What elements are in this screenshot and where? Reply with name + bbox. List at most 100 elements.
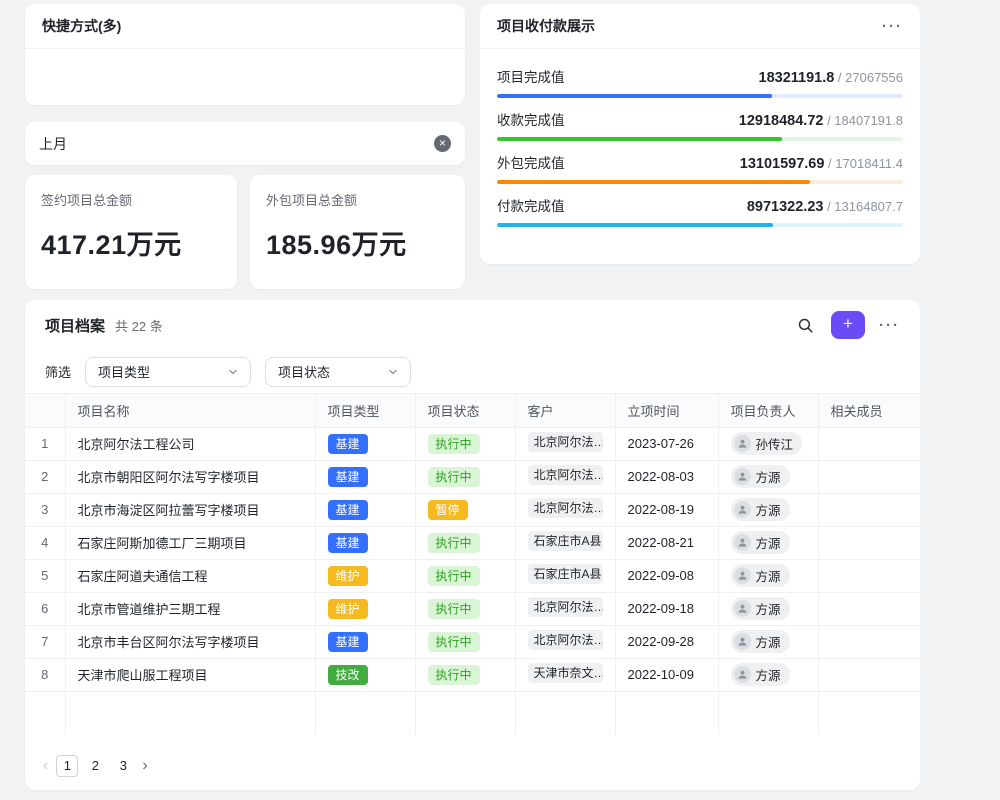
cell-customer: 天津市奈文… — [515, 658, 615, 691]
clear-filter-icon[interactable]: × — [434, 135, 451, 152]
column-header: 项目负责人 — [718, 394, 818, 427]
progress-bar-fill — [497, 223, 773, 227]
type-badge: 维护 — [328, 599, 368, 619]
status-badge: 执行中 — [428, 599, 480, 619]
cell-customer: 石家庄市A县 — [515, 559, 615, 592]
stat-value: 417.21万元 — [41, 223, 221, 262]
table-row[interactable]: 4石家庄阿斯加德工厂三期项目基建执行中石家庄市A县…2022-08-21方源 — [25, 526, 920, 559]
month-filter-bar[interactable]: 上月 × — [25, 122, 465, 165]
customer-chip: 北京阿尔法… — [528, 432, 603, 452]
stat-value: 185.96万元 — [266, 223, 449, 262]
table-row[interactable]: 6北京市管道维护三期工程维护执行中北京阿尔法…2022-09-18方源 — [25, 592, 920, 625]
cell-project-type: 基建 — [315, 526, 415, 559]
progress-value: 18321191.8 — [759, 70, 835, 86]
row-index: 1 — [25, 427, 65, 460]
search-icon[interactable] — [791, 311, 819, 339]
cell-project-status: 执行中 — [415, 526, 515, 559]
column-header: 项目类型 — [315, 394, 415, 427]
pagination-page-3[interactable]: 3 — [112, 755, 134, 777]
progress-total: / 13164807.7 — [823, 199, 903, 214]
cell-project-status: 执行中 — [415, 658, 515, 691]
cell-customer: 北京阿尔法… — [515, 460, 615, 493]
pagination-page-2[interactable]: 2 — [84, 755, 106, 777]
cell-project-name: 石家庄阿道夫通信工程 — [65, 559, 315, 592]
project-type-dropdown-label: 项目类型 — [98, 362, 150, 381]
cell-owner: 方源 — [718, 559, 818, 592]
row-index: 4 — [25, 526, 65, 559]
stat-label: 签约项目总金额 — [41, 190, 221, 209]
customer-chip: 石家庄市A县 — [528, 564, 603, 584]
stat-label: 外包项目总金额 — [266, 190, 449, 209]
row-index: 7 — [25, 625, 65, 658]
owner-name: 方源 — [756, 632, 781, 651]
table-empty-row — [25, 691, 920, 735]
add-record-button[interactable]: + — [831, 311, 865, 339]
progress-value: 8971322.23 — [747, 199, 824, 215]
status-badge: 执行中 — [428, 533, 480, 553]
table-row[interactable]: 8天津市爬山服工程项目技改执行中天津市奈文…2022-10-09方源 — [25, 658, 920, 691]
progress-bar-fill — [497, 137, 782, 141]
cell-owner: 方源 — [718, 460, 818, 493]
status-badge: 执行中 — [428, 434, 480, 454]
cell-project-name: 北京市丰台区阿尔法写字楼项目 — [65, 625, 315, 658]
customer-chip: 石家庄市A县… — [528, 531, 603, 551]
more-icon[interactable]: ··· — [879, 317, 900, 334]
payment-progress-row: 项目完成值18321191.8 / 27067556 — [497, 66, 903, 98]
cell-members — [818, 427, 920, 460]
progress-value: 13101597.69 — [740, 156, 825, 172]
pagination-next-icon[interactable]: › — [142, 757, 147, 775]
avatar — [734, 468, 751, 485]
table-row[interactable]: 5石家庄阿道夫通信工程维护执行中石家庄市A县2022-09-08方源 — [25, 559, 920, 592]
project-type-dropdown[interactable]: 项目类型 — [85, 357, 251, 387]
progress-label: 外包完成值 — [497, 152, 565, 172]
table-row[interactable]: 2北京市朝阳区阿尔法写字楼项目基建执行中北京阿尔法…2022-08-03方源 — [25, 460, 920, 493]
table-row[interactable]: 7北京市丰台区阿尔法写字楼项目基建执行中北京阿尔法…2022-09-28方源 — [25, 625, 920, 658]
cell-customer: 北京阿尔法… — [515, 427, 615, 460]
cell-customer: 北京阿尔法… — [515, 592, 615, 625]
cell-project-type: 基建 — [315, 460, 415, 493]
owner-name: 方源 — [756, 533, 781, 552]
shortcuts-card: 快捷方式(多) — [25, 4, 465, 105]
payments-card-header: 项目收付款展示 ··· — [480, 4, 920, 49]
owner-pill: 方源 — [731, 531, 790, 554]
pagination-prev-icon[interactable]: ‹ — [43, 757, 48, 775]
progress-total: / 18407191.8 — [823, 113, 903, 128]
cell-project-type: 基建 — [315, 427, 415, 460]
row-index: 5 — [25, 559, 65, 592]
owner-pill: 方源 — [731, 498, 790, 521]
cell-project-status: 执行中 — [415, 559, 515, 592]
owner-pill: 方源 — [731, 663, 790, 686]
cell-project-name: 北京市海淀区阿拉蕾写字楼项目 — [65, 493, 315, 526]
chevron-down-icon — [228, 367, 238, 377]
avatar — [734, 501, 751, 518]
project-status-dropdown[interactable]: 项目状态 — [265, 357, 411, 387]
cell-owner: 方源 — [718, 625, 818, 658]
column-header: 项目名称 — [65, 394, 315, 427]
progress-bar — [497, 223, 903, 227]
type-badge: 基建 — [328, 500, 368, 520]
status-badge: 执行中 — [428, 467, 480, 487]
pagination-page-1[interactable]: 1 — [56, 755, 78, 777]
progress-bar-fill — [497, 94, 772, 98]
cell-customer: 石家庄市A县… — [515, 526, 615, 559]
customer-chip: 北京阿尔法… — [528, 465, 603, 485]
column-header-index — [25, 394, 65, 427]
table-row[interactable]: 1北京阿尔法工程公司基建执行中北京阿尔法…2023-07-26孙传江 — [25, 427, 920, 460]
more-icon[interactable]: ··· — [882, 18, 903, 35]
type-badge: 基建 — [328, 632, 368, 652]
chevron-down-icon — [388, 367, 398, 377]
avatar — [734, 435, 751, 452]
column-header: 立项时间 — [615, 394, 718, 427]
owner-pill: 方源 — [731, 564, 790, 587]
customer-chip: 北京阿尔法… — [528, 597, 603, 617]
owner-name: 方源 — [756, 500, 781, 519]
status-badge: 执行中 — [428, 665, 480, 685]
cell-members — [818, 493, 920, 526]
progress-bar — [497, 94, 903, 98]
table-row[interactable]: 3北京市海淀区阿拉蕾写字楼项目基建暂停北京阿尔法…2022-08-19方源 — [25, 493, 920, 526]
payments-card: 项目收付款展示 ··· 项目完成值18321191.8 / 27067556收款… — [480, 4, 920, 264]
cell-project-status: 执行中 — [415, 427, 515, 460]
payment-progress-row: 外包完成值13101597.69 / 17018411.4 — [497, 152, 903, 184]
progress-bar-fill — [497, 180, 810, 184]
cell-project-name: 北京阿尔法工程公司 — [65, 427, 315, 460]
